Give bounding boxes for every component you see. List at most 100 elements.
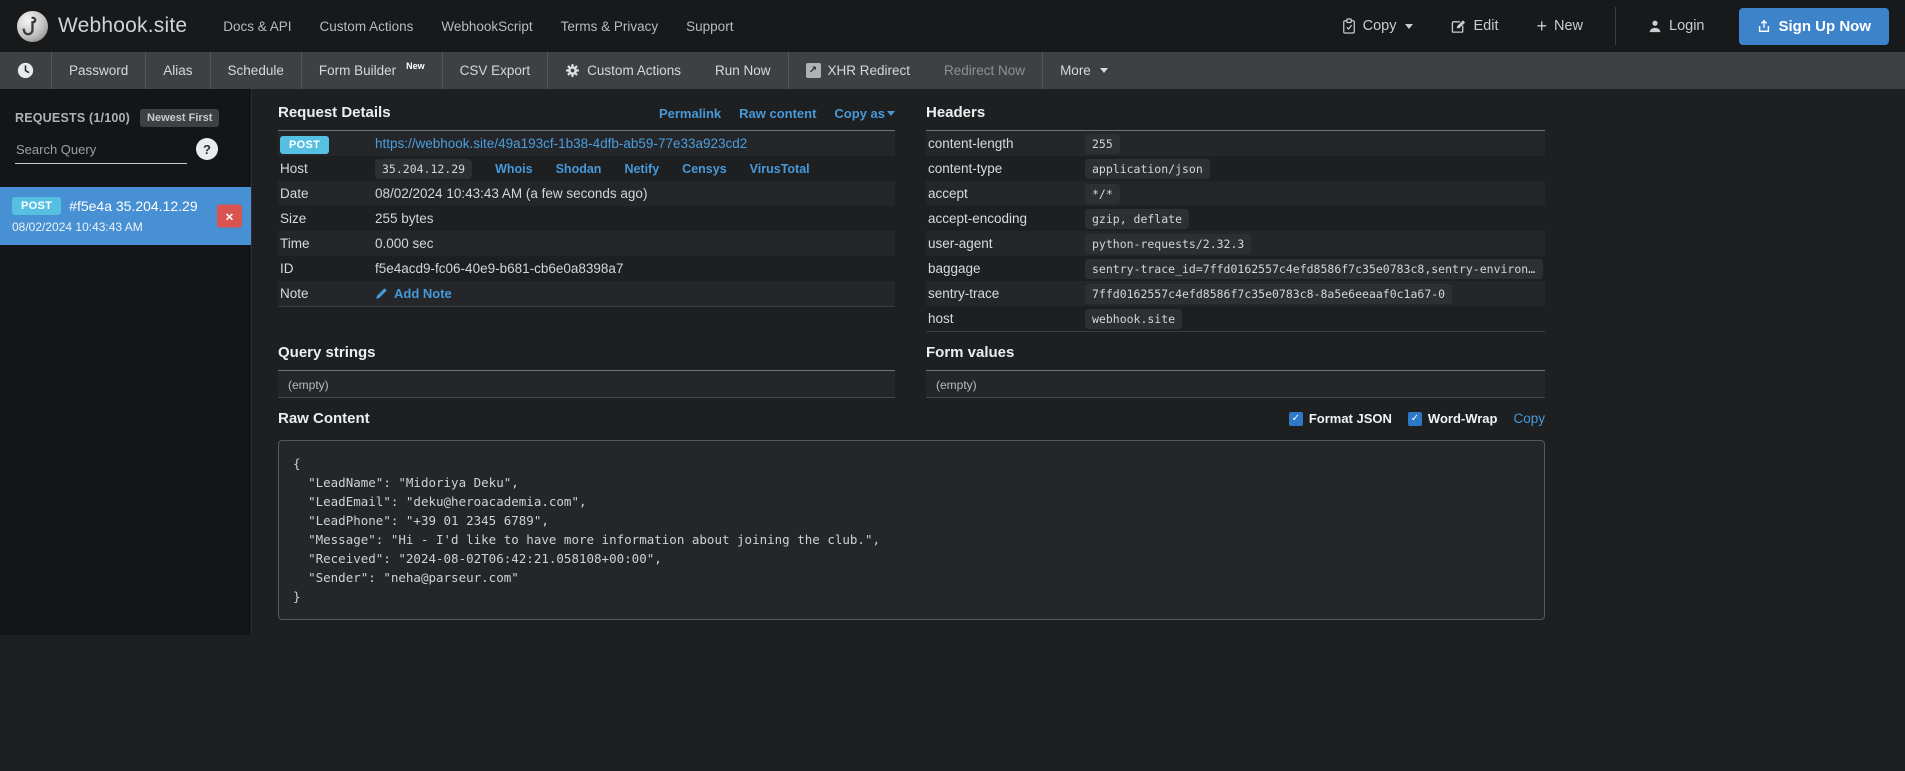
format-json-checkbox[interactable]: ✓ Format JSON — [1288, 411, 1392, 426]
toolbar-custom-actions[interactable]: Custom Actions — [548, 52, 698, 89]
host-lookup-links: Whois Shodan Netify Censys VirusTotal — [472, 162, 810, 176]
header-value: python-requests/2.32.3 — [1085, 233, 1252, 254]
header-name: sentry-trace — [928, 286, 1000, 301]
custom-actions-label: Custom Actions — [587, 63, 681, 78]
navbar-links: Docs & API Custom Actions WebhookScript Ter… — [209, 19, 747, 34]
plus-icon: + — [1536, 16, 1547, 36]
header-name: accept — [928, 186, 968, 201]
help-button[interactable]: ? — [196, 138, 218, 160]
requests-sidebar: REQUESTS (1/100) Newest First ? POST #f5… — [0, 89, 252, 635]
header-row: user-agent python-requests/2.32.3 — [926, 231, 1545, 256]
toolbar-csv-export[interactable]: CSV Export — [443, 52, 548, 89]
header-value: 255 — [1085, 133, 1120, 154]
raw-content-link[interactable]: Raw content — [739, 106, 816, 121]
raw-content-section: Raw Content ✓ Format JSON ✓ Word-Wrap Co… — [278, 410, 1545, 620]
id-label: ID — [280, 261, 294, 276]
top-navbar: Webhook.site Docs & API Custom Actions Web… — [0, 0, 1905, 52]
new-button[interactable]: + New — [1520, 17, 1599, 35]
headers-table: content-length 255 content-type applicat… — [926, 131, 1545, 332]
navbar-link[interactable]: Custom Actions — [306, 19, 428, 34]
navbar-divider — [1615, 7, 1617, 45]
brand-home-link[interactable]: Webhook.site — [16, 10, 187, 43]
xhr-redirect-label: XHR Redirect — [827, 63, 911, 78]
toolbar-schedule[interactable]: Schedule — [211, 52, 301, 89]
signup-button[interactable]: Sign Up Now — [1738, 7, 1889, 45]
redirect-arrow-icon: ↗ — [805, 63, 821, 78]
copy-as-menu[interactable]: Copy as — [834, 106, 895, 121]
new-badge: New — [406, 60, 425, 71]
checkbox-checked-icon: ✓ — [1407, 411, 1422, 426]
search-input[interactable] — [15, 138, 187, 164]
query-strings-empty: (empty) — [278, 371, 895, 398]
toolbar-form-builder[interactable]: Form Builder New — [302, 52, 442, 89]
toolbar-more-menu[interactable]: More — [1043, 52, 1125, 89]
navbar-right: Copy Edit + New Login Sign Up Now — [1326, 7, 1889, 45]
navbar-link[interactable]: Terms & Privacy — [547, 19, 673, 34]
header-name: content-type — [928, 161, 1003, 176]
size-value: 255 bytes — [375, 211, 434, 226]
edit-button[interactable]: Edit — [1435, 18, 1514, 34]
note-label: Note — [280, 286, 309, 301]
header-row: content-length 255 — [926, 131, 1545, 156]
navbar-link[interactable]: WebhookScript — [427, 19, 546, 34]
delete-request-button[interactable]: × — [217, 204, 242, 228]
webhook-site-page: Webhook.site Docs & API Custom Actions Web… — [0, 0, 1905, 635]
request-title: #f5e4a 35.204.12.29 — [69, 198, 198, 214]
toolbar-password[interactable]: Password — [52, 52, 145, 89]
raw-content-title: Raw Content — [278, 410, 370, 427]
format-json-label: Format JSON — [1308, 411, 1392, 426]
raw-content-body[interactable]: { "LeadName": "Midoriya Deku", "LeadEmai… — [278, 440, 1545, 620]
navbar-link[interactable]: Support — [672, 19, 747, 34]
copy-menu-label: Copy — [1362, 18, 1397, 34]
login-button[interactable]: Login — [1632, 18, 1720, 34]
form-values-empty: (empty) — [926, 371, 1545, 398]
header-value: sentry-trace_id=7ffd0162557c4efd8586f7c3… — [1085, 258, 1543, 279]
headers-title: Headers — [926, 104, 986, 121]
navbar-link[interactable]: Docs & API — [209, 19, 305, 34]
user-icon — [1648, 19, 1662, 33]
header-value: application/json — [1085, 158, 1210, 179]
toolbar-alias[interactable]: Alias — [146, 52, 209, 89]
word-wrap-checkbox[interactable]: ✓ Word-Wrap — [1407, 411, 1498, 426]
host-lookup-link[interactable]: Censys — [682, 162, 726, 176]
host-label: Host — [280, 161, 308, 176]
add-note-button[interactable]: Add Note — [375, 286, 452, 301]
webhook-url-link[interactable]: https://webhook.site/49a193cf-1b38-4dfb-… — [375, 136, 747, 151]
sort-order-badge[interactable]: Newest First — [140, 109, 220, 127]
close-icon: × — [225, 208, 234, 224]
time-row: Time 0.000 sec — [278, 231, 895, 256]
chevron-down-icon — [1405, 23, 1414, 29]
sidebar-header: REQUESTS (1/100) Newest First ? — [0, 89, 251, 164]
brand-name: Webhook.site — [58, 14, 188, 37]
toolbar-run-now[interactable]: Run Now — [698, 52, 788, 89]
header-value: */* — [1085, 183, 1120, 204]
header-value: gzip, deflate — [1085, 208, 1190, 229]
chevron-down-icon — [887, 111, 895, 116]
add-note-label: Add Note — [394, 286, 452, 301]
form-values-section: Form values (empty) — [926, 344, 1545, 398]
upload-box-icon — [1757, 19, 1771, 33]
permalink-link[interactable]: Permalink — [659, 106, 721, 121]
signup-label: Sign Up Now — [1778, 17, 1872, 35]
request-list-item[interactable]: POST #f5e4a 35.204.12.29 08/02/2024 10:4… — [0, 187, 251, 245]
requests-clock-button[interactable] — [0, 52, 51, 89]
copy-raw-content-button[interactable]: Copy — [1513, 411, 1545, 426]
checkbox-checked-icon: ✓ — [1288, 411, 1303, 426]
host-lookup-link[interactable]: VirusTotal — [750, 162, 810, 176]
clock-icon — [17, 62, 34, 79]
gear-icon — [565, 63, 580, 78]
header-value: webhook.site — [1085, 308, 1183, 329]
date-label: Date — [280, 186, 309, 201]
word-wrap-label: Word-Wrap — [1427, 411, 1498, 426]
host-lookup-link[interactable]: Netify — [624, 162, 659, 176]
more-label: More — [1060, 63, 1091, 78]
host-lookup-link[interactable]: Shodan — [556, 162, 602, 176]
host-lookup-link[interactable]: Whois — [495, 162, 533, 176]
size-row: Size 255 bytes — [278, 206, 895, 231]
headers-section: Headers content-length 255 content-type … — [926, 104, 1545, 332]
header-name: baggage — [928, 261, 981, 276]
toolbar-xhr-redirect[interactable]: ↗ XHR Redirect — [789, 52, 928, 89]
new-label: New — [1554, 18, 1584, 34]
copy-menu-button[interactable]: Copy — [1326, 18, 1430, 34]
header-row: content-type application/json — [926, 156, 1545, 181]
